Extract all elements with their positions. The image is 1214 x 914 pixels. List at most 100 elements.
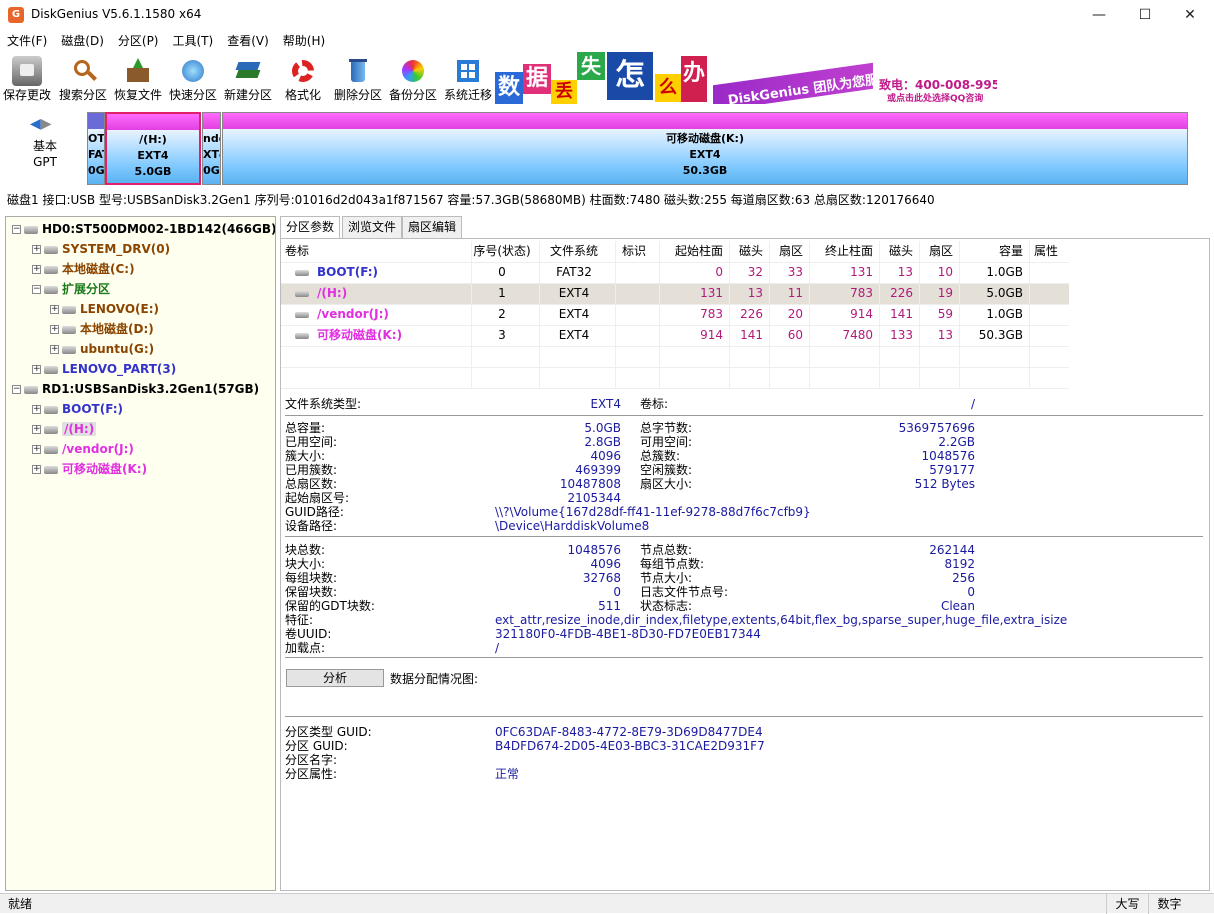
save-changes-button[interactable]: 保存更改 [0, 52, 54, 106]
menu-partition[interactable]: 分区(P) [111, 30, 166, 52]
column-header[interactable]: 序号(状态) [471, 241, 533, 262]
column-header[interactable]: 标识 [615, 241, 653, 262]
disk-partition-block[interactable]: OTFAT30G [87, 112, 105, 185]
chevron-right-icon[interactable]: ▶ [41, 116, 52, 132]
table-row[interactable]: BOOT(F:) 0 FAT32 0 32 33 131 13 10 1.0GB [281, 262, 1069, 283]
tab-strip: 分区参数 浏览文件 扇区编辑 [280, 216, 1210, 239]
column-header[interactable]: 扇区 [769, 241, 803, 262]
title-bar: G DiskGenius V5.6.1.1580 x64 — ☐ ✕ [0, 0, 1214, 30]
recover-files-button[interactable]: 恢复文件 [111, 52, 165, 106]
column-header[interactable]: 起始柱面 [659, 241, 723, 262]
backup-partition-button[interactable]: 备份分区 [386, 52, 440, 106]
tab-partition-params[interactable]: 分区参数 [280, 216, 341, 239]
table-cell: 13 [897, 265, 913, 279]
table-cell: 1.0GB [986, 265, 1023, 279]
layers-icon [233, 56, 263, 86]
volume-label: /(H:) [317, 286, 348, 300]
expand-icon[interactable]: + [50, 325, 59, 334]
partition-icon [295, 262, 311, 283]
disk-partition-block-selected[interactable]: /(H:) EXT4 5.0GB [105, 112, 201, 185]
system-migration-button[interactable]: 系统迁移 [441, 52, 495, 106]
disk-type-label: 基本 GPT [32, 139, 57, 169]
param-label: 每组节点数: [640, 557, 705, 571]
tree-item[interactable]: + ubuntu(G:) [50, 339, 154, 359]
tab-browse-files[interactable]: 浏览文件 [342, 216, 403, 238]
param-label: 总簇数: [640, 449, 681, 463]
new-partition-button[interactable]: 新建分区 [221, 52, 275, 106]
table-cell [615, 262, 653, 283]
tree-item[interactable]: − HD0:ST500DM002-1BD142(466GB) [12, 219, 276, 239]
table-row[interactable]: /(H:) 1 EXT4 131 13 11 783 226 19 5.0GB [281, 283, 1069, 304]
tree-item[interactable]: + SYSTEM_DRV(0) [32, 239, 170, 259]
delete-partition-button[interactable]: 删除分区 [331, 52, 385, 106]
menu-disk[interactable]: 磁盘(D) [54, 30, 111, 52]
tree-item[interactable]: + 本地磁盘(D:) [50, 319, 154, 339]
param-label: 起始扇区号: [285, 491, 350, 505]
param-label: 状态标志: [640, 599, 693, 613]
service-banner[interactable]: 数 据 丢 失 怎 么 办 DiskGenius 团队为您服务 致电：400-0… [495, 52, 997, 104]
column-header[interactable]: 卷标 [285, 241, 465, 262]
expand-icon[interactable]: + [32, 245, 41, 254]
status-bar: 就绪 大写 数字 [0, 893, 1214, 914]
disk-nav-arrows[interactable]: ◀▶ [30, 116, 60, 132]
column-header[interactable]: 磁头 [879, 241, 913, 262]
disk-partition-block[interactable]: 可移动磁盘(K:) EXT4 50.3GB [222, 112, 1188, 185]
table-cell: 7480 [842, 328, 873, 342]
param-value: 4096 [590, 449, 621, 463]
table-row[interactable]: /vendor(J:) 2 EXT4 783 226 20 914 141 59 1.0GB [281, 304, 1069, 325]
close-button[interactable]: ✕ [1167, 0, 1213, 30]
fs-type-label: 文件系统类型: [285, 397, 362, 411]
tree-item[interactable]: − 扩展分区 [32, 279, 110, 299]
table-cell: 141 [890, 307, 913, 321]
tree-item[interactable]: + 可移动磁盘(K:) [32, 459, 147, 479]
expand-icon[interactable]: + [32, 425, 41, 434]
chevron-left-icon[interactable]: ◀ [30, 116, 41, 132]
banner-tile: 失 [577, 52, 605, 80]
search-partition-button[interactable]: 搜索分区 [56, 52, 110, 106]
column-header[interactable]: 文件系统 [539, 241, 609, 262]
expand-icon[interactable]: + [32, 265, 41, 274]
tree-item-label: HD0:ST500DM002-1BD142(466GB) [42, 222, 276, 236]
volume-label: 可移动磁盘(K:) [317, 328, 403, 342]
column-header[interactable]: 容量 [959, 241, 1023, 262]
table-row[interactable]: 可移动磁盘(K:) 3 EXT4 914 141 60 7480 133 13 50.3GB [281, 325, 1069, 346]
quick-partition-button[interactable]: 快速分区 [166, 52, 220, 106]
tree-item[interactable]: + /(H:) [32, 419, 97, 439]
tree-item[interactable]: + /vendor(J:) [32, 439, 134, 459]
menu-tools[interactable]: 工具(T) [166, 30, 221, 52]
expand-icon[interactable]: + [32, 365, 41, 374]
disk-partition-block[interactable]: ndoXT40G [202, 112, 221, 185]
partition-icon [44, 425, 58, 434]
expand-icon[interactable]: + [32, 445, 41, 454]
column-header[interactable]: 磁头 [729, 241, 763, 262]
tree-item[interactable]: + 本地磁盘(C:) [32, 259, 135, 279]
expand-icon[interactable]: + [32, 405, 41, 414]
param-label: 保留块数: [285, 585, 338, 599]
tree-item-label: /vendor(J:) [62, 442, 134, 456]
column-header[interactable]: 扇区 [919, 241, 953, 262]
collapse-icon[interactable]: − [12, 385, 21, 394]
tree-item[interactable]: + LENOVO(E:) [50, 299, 159, 319]
minimize-button[interactable]: — [1076, 0, 1122, 30]
collapse-icon[interactable]: − [12, 225, 21, 234]
column-header[interactable]: 属性 [1029, 241, 1063, 262]
expand-icon[interactable]: + [32, 465, 41, 474]
collapse-icon[interactable]: − [32, 285, 41, 294]
table-cell: 783 [700, 307, 723, 321]
tab-sector-edit[interactable]: 扇区编辑 [402, 216, 463, 238]
format-button[interactable]: 格式化 [276, 52, 330, 106]
menu-file[interactable]: 文件(F) [0, 30, 54, 52]
expand-icon[interactable]: + [50, 305, 59, 314]
column-header[interactable]: 终止柱面 [809, 241, 873, 262]
color-wheel-icon [398, 56, 428, 86]
menu-help[interactable]: 帮助(H) [276, 30, 332, 52]
analyze-button[interactable]: 分析 [286, 669, 384, 687]
tree-item[interactable]: + BOOT(F:) [32, 399, 123, 419]
menu-view[interactable]: 查看(V) [220, 30, 276, 52]
maximize-button[interactable]: ☐ [1122, 0, 1168, 30]
tree-item[interactable]: − RD1:USBSanDisk3.2Gen1(57GB) [12, 379, 259, 399]
expand-icon[interactable]: + [50, 345, 59, 354]
partition-icon [44, 465, 58, 474]
disk-tree[interactable]: − HD0:ST500DM002-1BD142(466GB) + SYSTEM_DRV… [5, 216, 276, 891]
tree-item[interactable]: + LENOVO_PART(3) [32, 359, 176, 379]
